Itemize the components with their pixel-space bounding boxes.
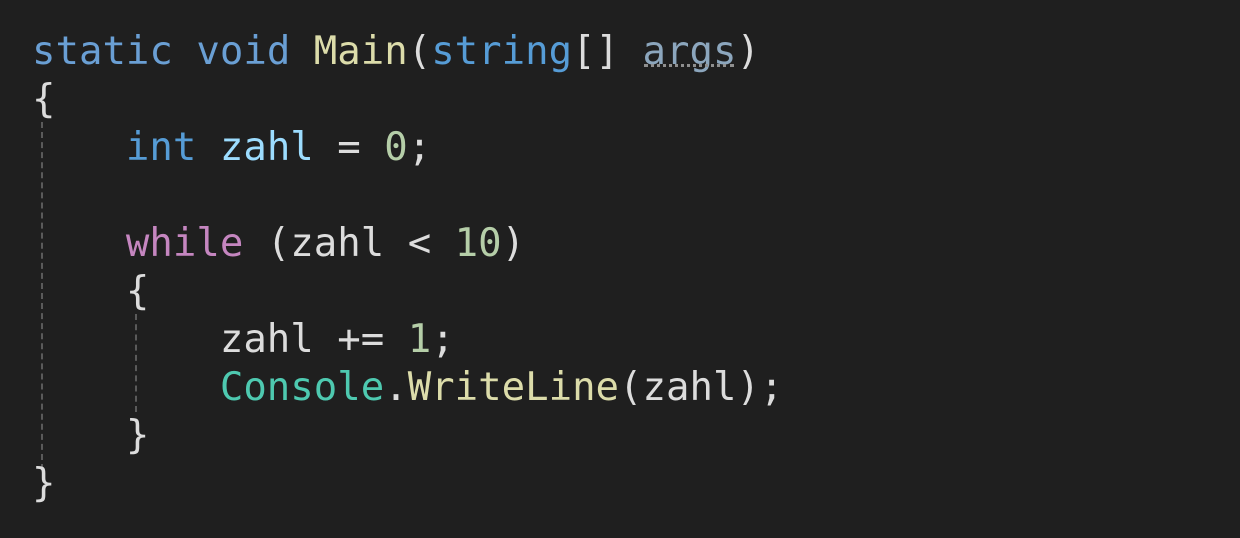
code-line[interactable]: { bbox=[0, 268, 1240, 316]
code-line[interactable]: } bbox=[0, 460, 1240, 508]
code-surface[interactable]: static void Main(string[] args){ int zah… bbox=[0, 0, 1240, 538]
token-punct: } bbox=[125, 413, 150, 458]
token-punct: < bbox=[384, 221, 455, 266]
token-punct: ) bbox=[501, 221, 526, 266]
code-line[interactable] bbox=[0, 172, 1240, 220]
token-punct: ; bbox=[431, 317, 455, 362]
token-punct: = bbox=[313, 125, 385, 170]
code-line[interactable]: while (zahl < 10) bbox=[0, 220, 1240, 268]
token-punct: ) bbox=[736, 365, 760, 410]
token-plain: zahl bbox=[642, 365, 737, 410]
token-keyword: static bbox=[32, 29, 173, 74]
code-line[interactable]: } bbox=[0, 412, 1240, 460]
token-unused: args bbox=[642, 29, 737, 74]
token-class: Console bbox=[219, 365, 385, 410]
token-plain: zahl bbox=[290, 221, 385, 266]
token-punct: ( bbox=[407, 29, 432, 74]
token-func: Main bbox=[313, 29, 408, 74]
code-line[interactable]: { bbox=[0, 76, 1240, 124]
token-punct: ; bbox=[759, 365, 784, 410]
code-line[interactable]: static void Main(string[] args) bbox=[0, 28, 1240, 76]
token-number: 10 bbox=[454, 221, 502, 266]
token-number: 0 bbox=[384, 125, 408, 170]
token-punct: += bbox=[313, 317, 408, 362]
token-number: 1 bbox=[407, 317, 432, 362]
token-punct: ; bbox=[407, 125, 432, 170]
code-line[interactable]: int zahl = 0; bbox=[0, 124, 1240, 172]
token-punct: ) bbox=[736, 29, 760, 74]
token-var: zahl bbox=[219, 125, 314, 170]
token-punct: ( bbox=[619, 365, 643, 410]
token-type: string bbox=[431, 29, 573, 74]
token-punct: { bbox=[125, 269, 150, 314]
token-punct: . bbox=[384, 365, 408, 410]
token-punct: ( bbox=[243, 221, 291, 266]
token-punct: } bbox=[32, 461, 56, 506]
code-line[interactable]: zahl += 1; bbox=[0, 316, 1240, 364]
token-control: while bbox=[125, 221, 244, 266]
code-editor-window: static void Main(string[] args){ int zah… bbox=[0, 0, 1240, 538]
token-plain: zahl bbox=[219, 317, 314, 362]
token-punct: [] bbox=[572, 29, 620, 74]
code-line[interactable]: Console.WriteLine(zahl); bbox=[0, 364, 1240, 412]
token-func: WriteLine bbox=[407, 365, 620, 410]
token-punct: { bbox=[32, 77, 56, 122]
token-keyword: void bbox=[196, 29, 291, 74]
token-type: int bbox=[125, 125, 197, 170]
